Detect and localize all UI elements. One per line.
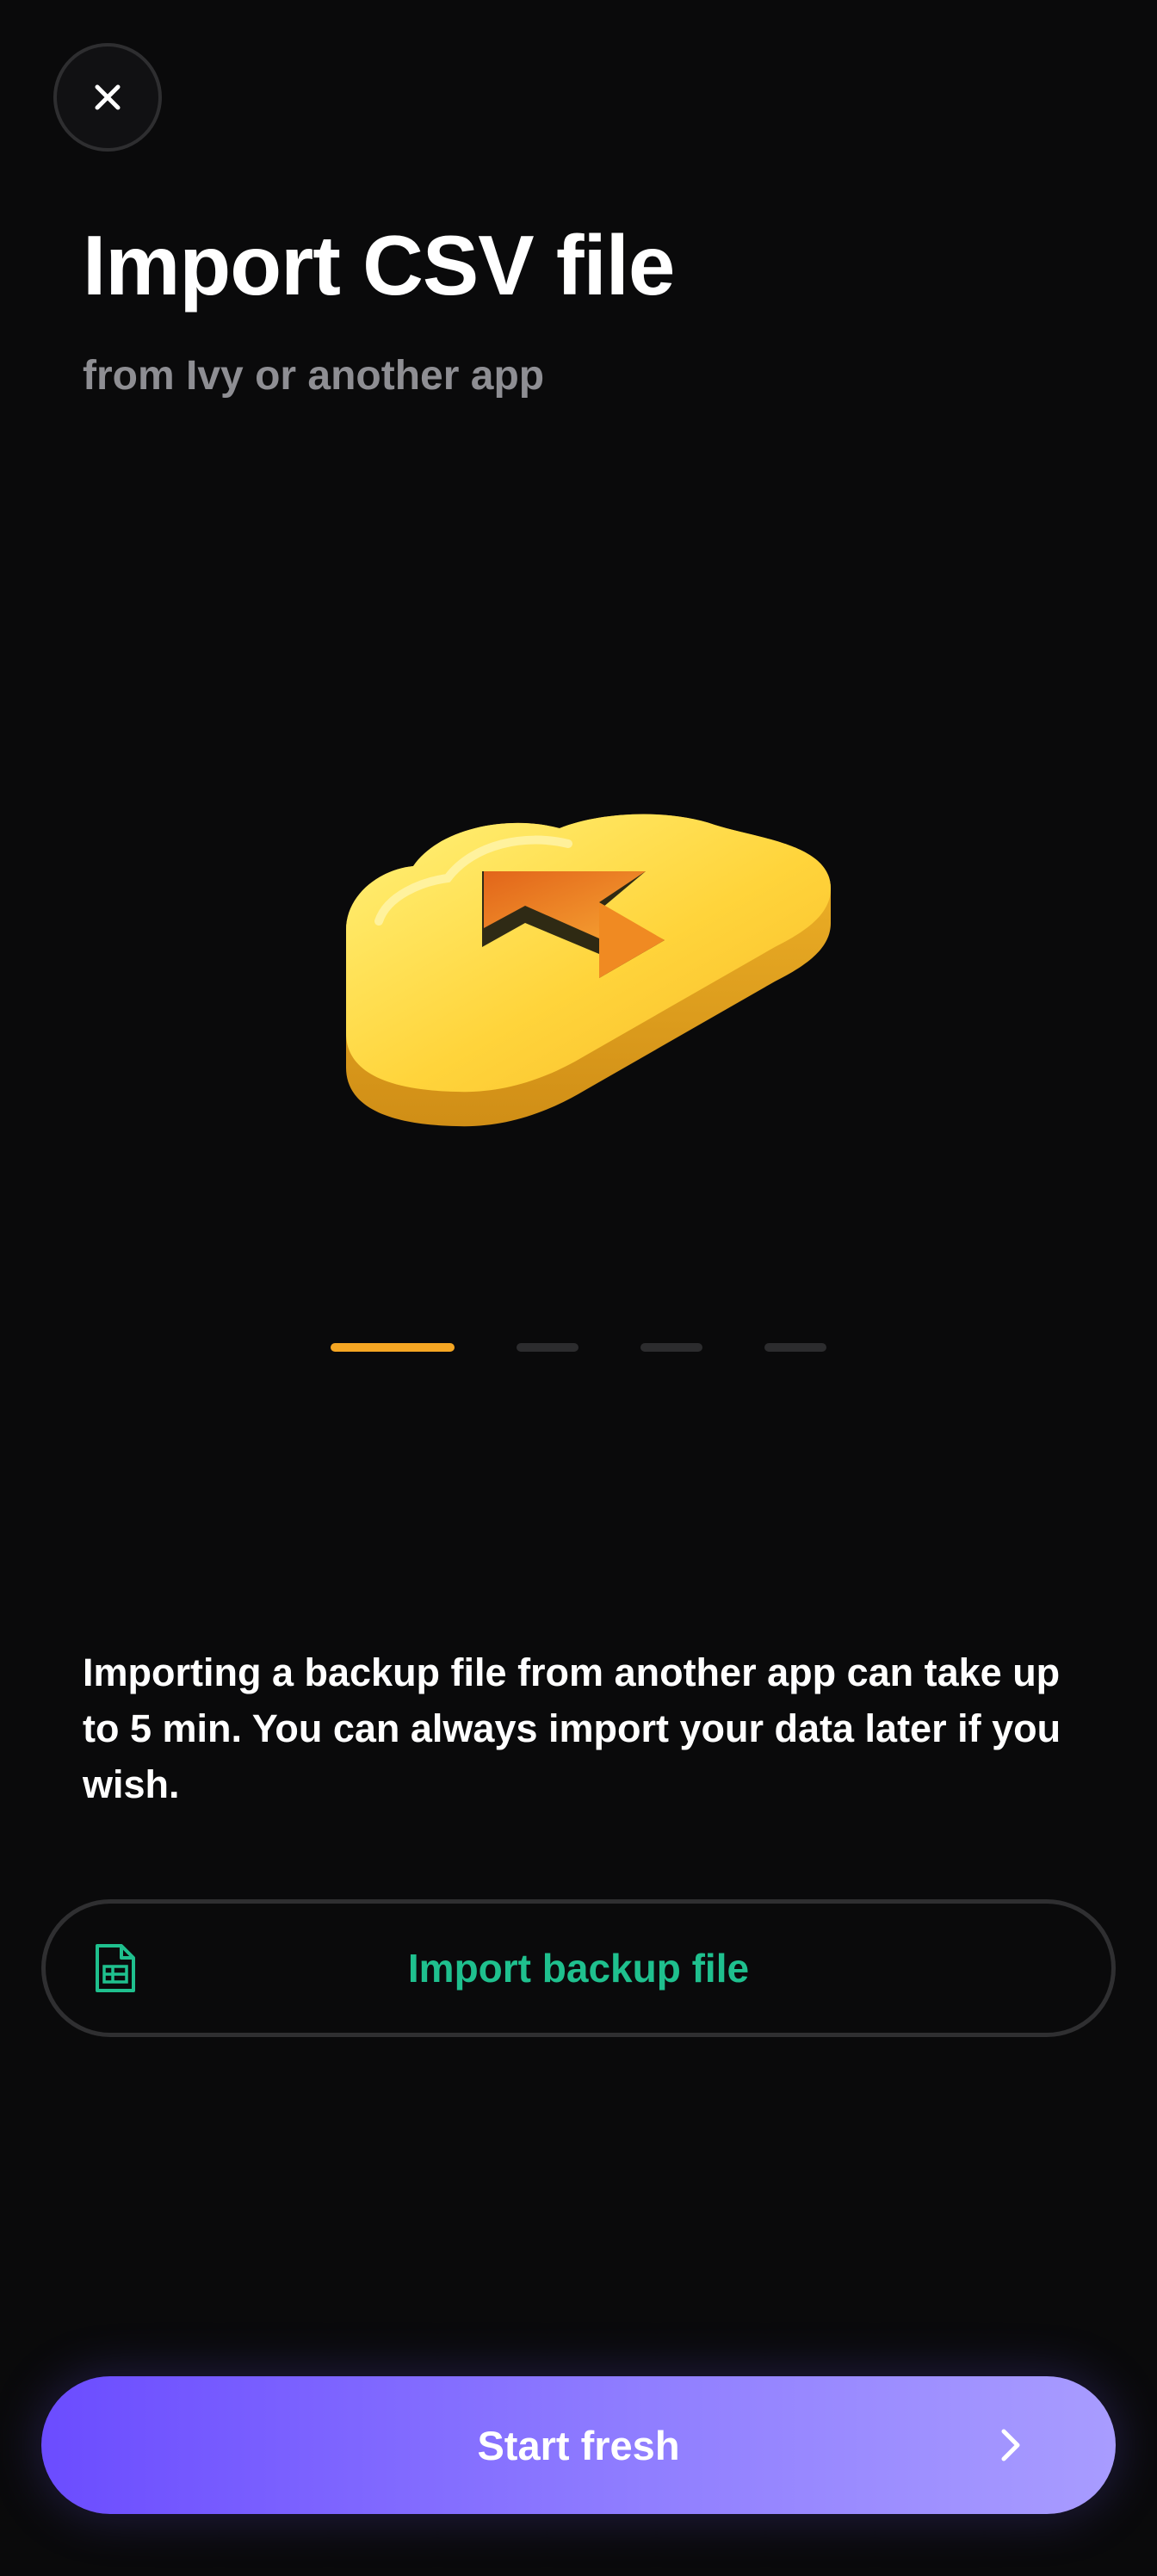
page-indicator-dot <box>764 1343 826 1352</box>
close-button[interactable] <box>53 43 162 152</box>
page-subtitle: from Ivy or another app <box>83 353 545 399</box>
page-indicator-dot <box>517 1343 578 1352</box>
import-description: Importing a backup file from another app… <box>83 1650 1061 1806</box>
page-indicator-dot <box>640 1343 702 1352</box>
start-fresh-button[interactable]: Start fresh <box>41 2376 1116 2514</box>
close-icon <box>95 84 121 110</box>
page-indicator-dot <box>331 1343 455 1352</box>
chevron-right-icon <box>1001 2429 1020 2461</box>
page-title: Import CSV file <box>83 218 675 313</box>
start-fresh-label: Start fresh <box>477 2422 680 2468</box>
import-backup-file-label: Import backup file <box>407 1946 750 1991</box>
cloud-upload-illustration <box>327 809 844 1171</box>
page-indicator <box>0 1341 1157 1353</box>
cloud-upload-icon <box>346 814 831 1127</box>
import-backup-file-button[interactable]: Import backup file <box>41 1899 1116 2037</box>
spreadsheet-file-icon <box>96 1944 135 1992</box>
